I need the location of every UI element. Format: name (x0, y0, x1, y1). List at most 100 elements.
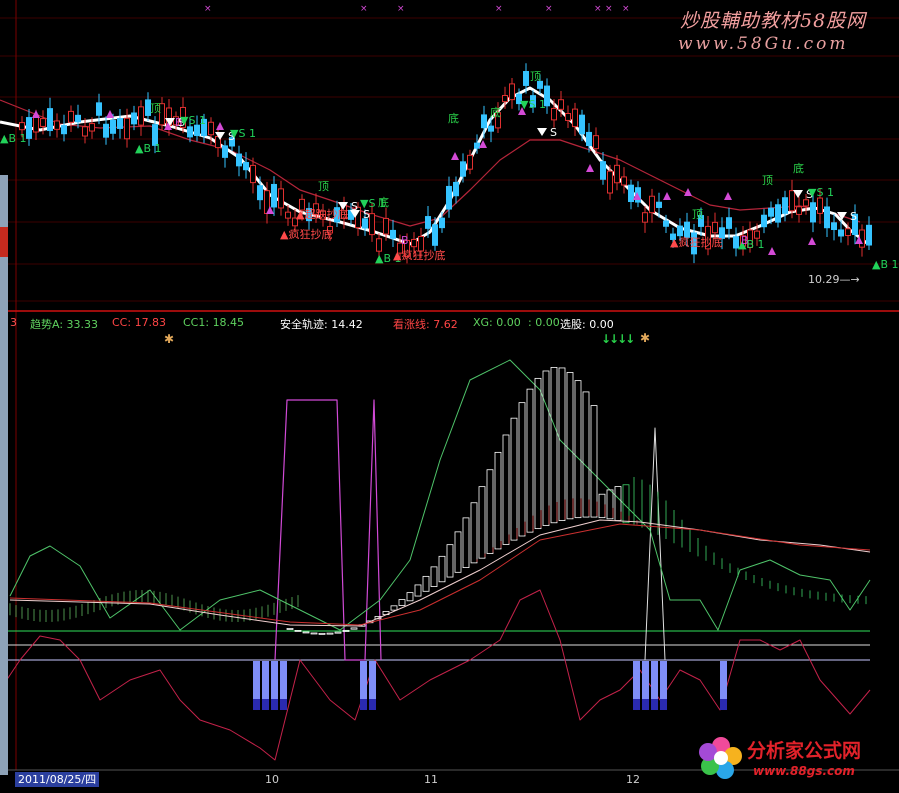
candle-body (271, 183, 277, 208)
month-tick-dec: 12 (626, 773, 640, 786)
candle-body (761, 214, 767, 228)
bottom-signal: 底 (793, 161, 804, 175)
macd-bar (614, 486, 622, 521)
buy-triangle (451, 152, 459, 160)
candle-body (593, 135, 599, 150)
signal-block (720, 661, 727, 699)
candle-body (789, 190, 795, 212)
macd-bar (534, 377, 542, 530)
candle-body (453, 181, 459, 197)
macd-bar (318, 632, 326, 635)
annotation-chase-bottom: ▲超跌抄底 (296, 207, 348, 221)
macd-bar (470, 502, 478, 564)
candle-body (40, 118, 46, 127)
candle-body (726, 217, 732, 229)
top-cross-marker: × (545, 4, 553, 14)
buy-triangle (216, 122, 224, 130)
buy-triangle (663, 192, 671, 200)
candle-body (432, 224, 438, 246)
footer-logo: 分析家公式网 www.88gs.com (695, 730, 895, 788)
down-arrows-marker: ↓↓↓↓ (601, 332, 635, 346)
buy-letter: B (401, 234, 409, 247)
candle-body (551, 107, 557, 121)
candle-body (460, 161, 466, 177)
top-cross-marker: × (204, 4, 212, 14)
candle-body (222, 145, 228, 158)
macd-bar (598, 493, 606, 519)
macd-bar (550, 367, 558, 524)
candle-body (411, 238, 417, 248)
chart-window: × × × × × × × × ▲B 1 ▲B 1 ▲B 1 ▲B 1 ▲B 1 B B B S S S S S S S ▼S… (0, 0, 899, 789)
candle-body (439, 217, 445, 229)
buy-letter: B (741, 234, 749, 247)
candle-body (47, 108, 53, 132)
signal-block-base (253, 699, 260, 710)
candle-body (110, 119, 116, 134)
candle-body (82, 126, 88, 137)
month-tick-oct: 10 (265, 773, 279, 786)
buy-triangle (586, 164, 594, 172)
macd-bar (430, 566, 438, 587)
macd-bar (350, 627, 358, 630)
candle-body (586, 131, 592, 147)
candle-body (257, 185, 263, 201)
candle-body (649, 195, 655, 214)
month-tick-nov: 11 (424, 773, 438, 786)
candle-body (502, 94, 508, 103)
buy-signal: ▲B 1 (0, 132, 27, 145)
candle-body (285, 211, 291, 219)
candle-body (663, 220, 669, 227)
candle-body (474, 142, 480, 149)
candle-body (446, 185, 452, 210)
candle-body (250, 164, 256, 184)
bull-line-value: 看涨线: 7.62 (393, 318, 458, 331)
macd-bar (462, 517, 470, 568)
candle-body (54, 120, 60, 130)
watermark-title: 炒股輔助教材58股网 (680, 10, 867, 32)
left-toolbar-strip[interactable] (0, 175, 8, 775)
cursor-date-label: 2011/08/25/四 (15, 772, 100, 787)
top-signal: 顶 (692, 208, 703, 221)
candle-body (138, 106, 144, 126)
macd-bar (398, 599, 406, 606)
macd-bar (406, 592, 414, 602)
signal-block-base (280, 699, 287, 710)
macd-bar (542, 370, 550, 526)
top-signal: 顶 (762, 174, 773, 187)
candle-body (775, 204, 781, 223)
buy-signal: ▲B 1 (872, 258, 899, 271)
signal-block (360, 661, 367, 699)
macd-bar (486, 469, 494, 554)
flower-logo-icon (699, 737, 742, 779)
bottom-signal: 底 (490, 105, 501, 119)
candle-body (572, 108, 578, 128)
candle-body (782, 197, 788, 214)
magenta-signal-line (274, 399, 382, 661)
candle-body (768, 207, 774, 217)
candle-body (208, 121, 214, 136)
signal-block-base (271, 699, 278, 710)
candle-body (831, 222, 837, 231)
sell-triangle (537, 128, 547, 136)
footer-logo-title: 分析家公式网 (747, 740, 862, 762)
top-signal: 顶 (150, 102, 161, 115)
signal-block-base (660, 699, 667, 710)
candle-body (614, 164, 620, 184)
candle-body (509, 83, 515, 101)
macd-bar (582, 391, 590, 518)
chart-canvas[interactable]: × × × × × × × ×▲B 1▲B 1▲B 1▲B 1▲B 1BBBSSSSSSS▼S… (0, 0, 899, 789)
macd-bar (334, 631, 342, 634)
cc-value: CC: 17.83 (112, 316, 167, 329)
top-cross-marker: × (495, 4, 503, 14)
candle-body (558, 99, 564, 110)
pick-value: 选股: 0.00 (560, 318, 614, 331)
signal-block (369, 661, 376, 699)
end-price-label: 10.29—→ (808, 273, 860, 286)
bottom-signal: 底 (448, 111, 459, 125)
buy-signal: ▲B 1 (135, 142, 162, 155)
top-cross-marker: × (397, 4, 405, 14)
candle-body (467, 154, 473, 170)
trend-a-value: 趋势A: 33.33 (30, 318, 99, 331)
candle-body (243, 162, 249, 171)
candle-body (236, 153, 242, 167)
